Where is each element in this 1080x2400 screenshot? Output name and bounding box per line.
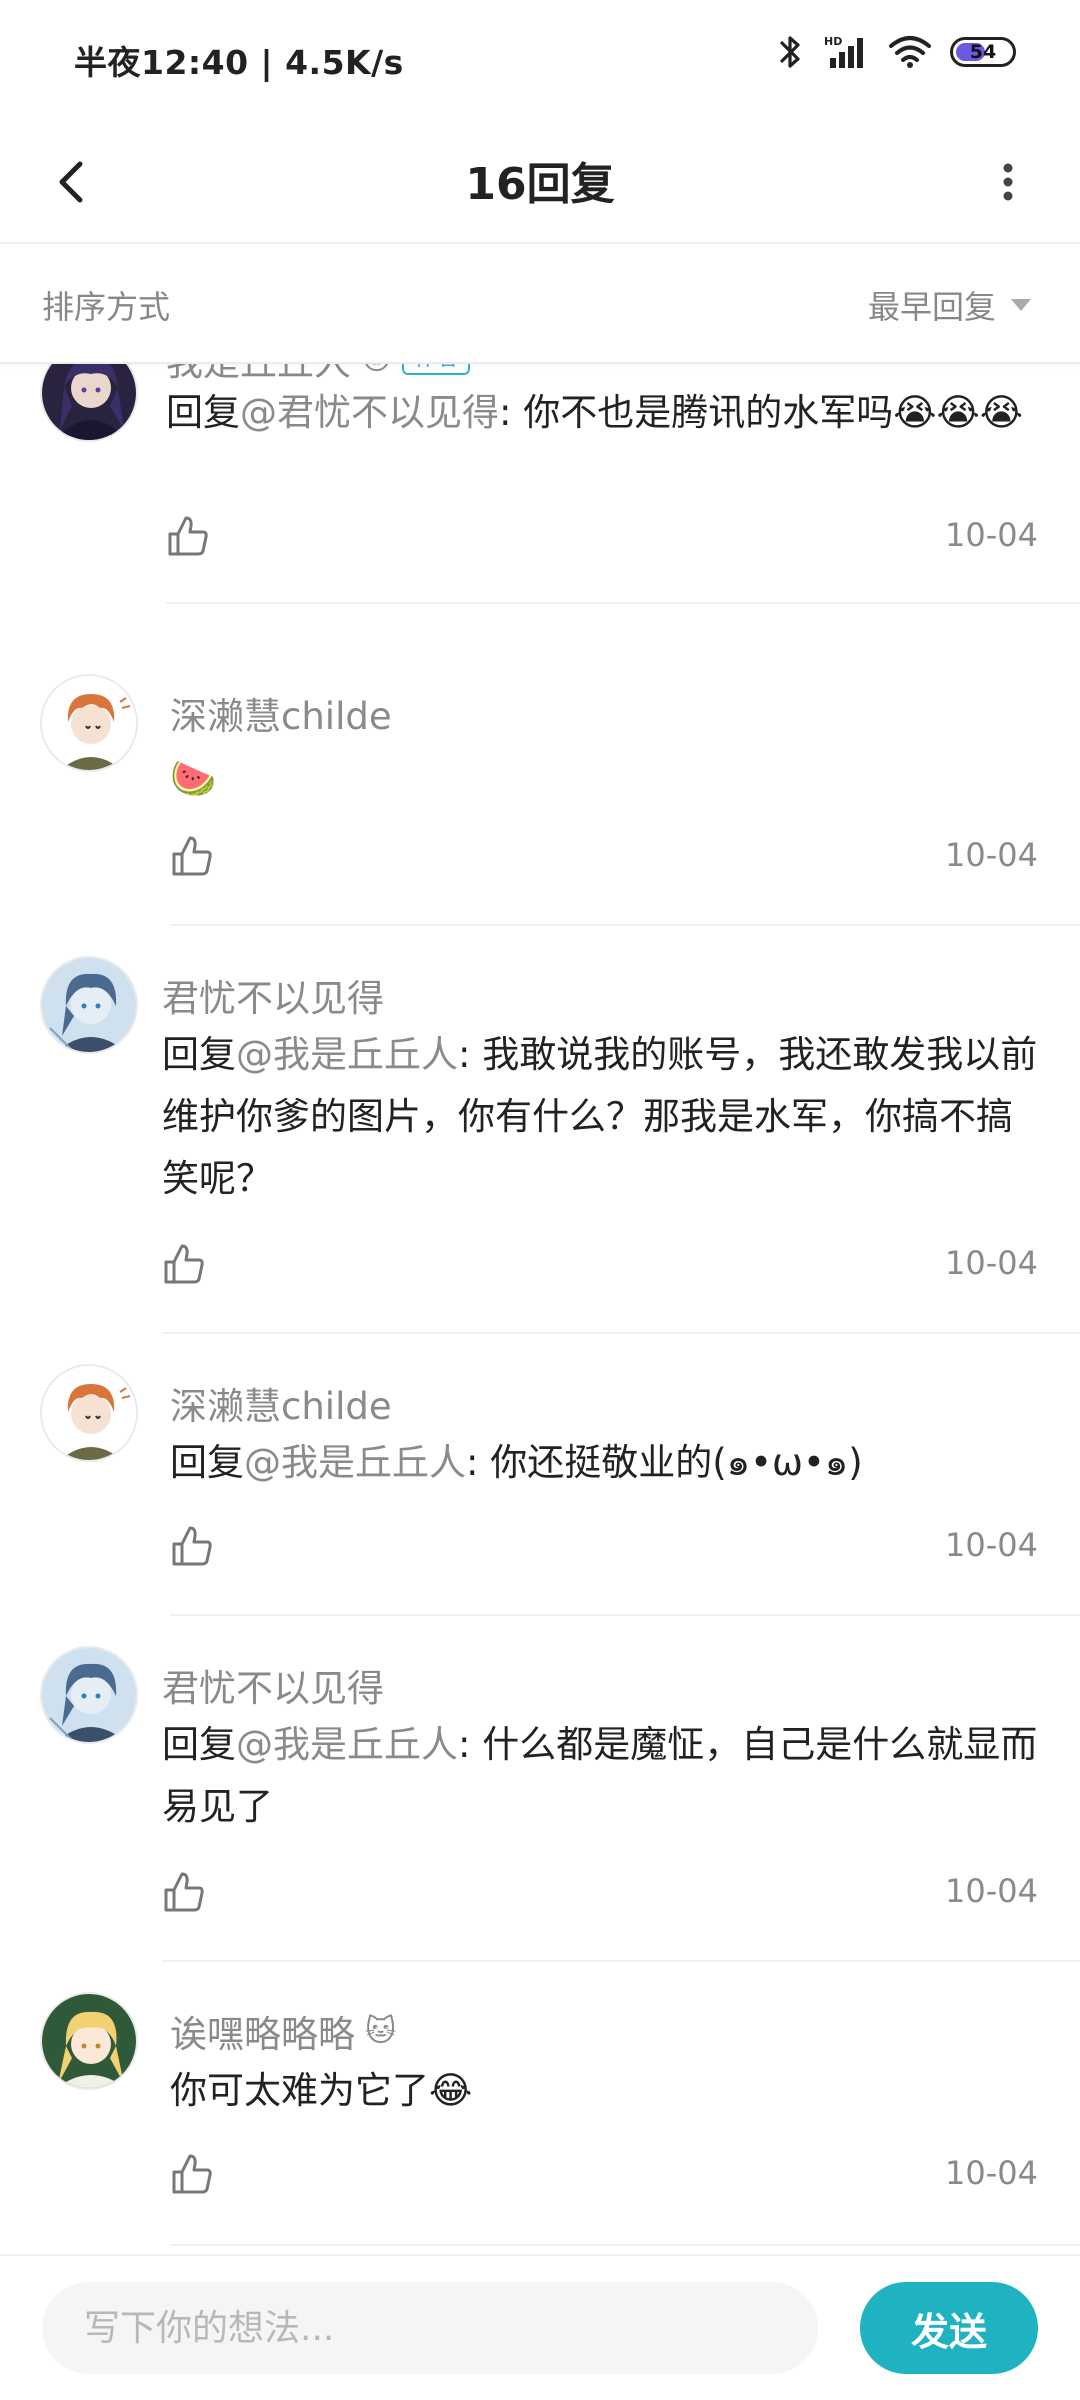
like-button[interactable]: [170, 834, 214, 878]
username[interactable]: 君忧不以见得: [162, 1658, 384, 1712]
username-row: 君忧不以见得: [162, 1658, 384, 1712]
user-level-icon: 🐱: [361, 364, 392, 377]
reply-prefix: 回复: [166, 391, 240, 434]
reply-body: 你可太难为它了: [170, 2069, 429, 2112]
page-title: 16回复: [465, 159, 615, 210]
dropdown-caret-icon: [1011, 299, 1031, 311]
reply-date: 10-04: [945, 2154, 1038, 2192]
mention-link[interactable]: @我是丘丘人: [236, 1033, 458, 1076]
battery-icon: 54: [950, 37, 1016, 67]
reply-item: 我是丘丘人 🐱 作者 回复@君忧不以见得: 你不也是腾讯的水军吗😭😭😭 10-0…: [0, 364, 1080, 604]
reply-item: 深濑慧childe 回复@我是丘丘人: 你还挺敬业的(๑•ω•๑) 10-04: [0, 1334, 1080, 1616]
username[interactable]: 诶嘿略略略: [170, 2004, 355, 2058]
author-badge: 作者: [402, 364, 471, 375]
username-row: 君忧不以见得: [162, 968, 384, 1022]
reply-text: 回复@我是丘丘人: 什么都是魔怔，自己是什么就显而易见了: [162, 1714, 1042, 1838]
reply-body: 你还挺敬业的(๑•ω•๑): [490, 1441, 863, 1484]
username-row: 诶嘿略略略 🐱: [170, 2004, 396, 2058]
hd-signal-icon: HD: [824, 35, 863, 68]
reply-date: 10-04: [945, 1872, 1038, 1910]
reply-text: 🍉: [170, 748, 1050, 810]
thumbs-up-icon: [172, 836, 212, 876]
reply-separator: :: [458, 1033, 483, 1076]
reply-text: 回复@我是丘丘人: 我敢说我的账号，我还敢发我以前维护你爹的图片，你有什么？那我…: [162, 1024, 1042, 1210]
status-bar: 半夜12:40 | 4.5K/s HD 54: [0, 0, 1080, 120]
like-button[interactable]: [162, 1242, 206, 1286]
like-button[interactable]: [170, 2152, 214, 2196]
reply-text: 你可太难为它了😂: [170, 2060, 1050, 2122]
like-button[interactable]: [170, 1524, 214, 1568]
reply-item: 深濑慧childe 🍉 10-04: [0, 644, 1080, 926]
sort-selected-value: 最早回复: [867, 288, 996, 326]
laughing-emoji-icon: 😂: [429, 2069, 473, 2112]
sort-label: 排序方式: [42, 288, 171, 326]
wifi-icon: [889, 36, 931, 68]
reply-item: 君忧不以见得 回复@我是丘丘人: 我敢说我的账号，我还敢发我以前维护你爹的图片，…: [0, 926, 1080, 1334]
like-button[interactable]: [162, 1870, 206, 1914]
reply-prefix: 回复: [162, 1033, 236, 1076]
like-button[interactable]: [166, 514, 210, 558]
sort-dropdown[interactable]: 最早回复: [868, 282, 1032, 328]
reply-date: 10-04: [945, 1526, 1038, 1564]
avatar[interactable]: [40, 1646, 138, 1744]
reply-separator: :: [499, 391, 524, 434]
thumbs-up-icon: [168, 516, 208, 556]
reply-separator: :: [458, 1723, 483, 1766]
send-button[interactable]: 发送: [860, 2282, 1038, 2374]
reply-item: 诶嘿略略略 🐱 你可太难为它了😂 10-04: [0, 1962, 1080, 2246]
crying-emoji-icon: 😭😭😭: [893, 391, 1023, 434]
reply-text: 回复@我是丘丘人: 你还挺敬业的(๑•ω•๑): [170, 1432, 1050, 1494]
reply-input-bar: 发送: [0, 2254, 1080, 2400]
bluetooth-icon: [780, 36, 800, 68]
reply-date: 10-04: [945, 1244, 1038, 1282]
more-options-button[interactable]: [972, 146, 1044, 218]
reply-body: 你不也是腾讯的水军吗: [523, 391, 894, 434]
avatar[interactable]: [40, 1364, 138, 1462]
thumbs-up-icon: [164, 1244, 204, 1284]
reply-item: 君忧不以见得 回复@我是丘丘人: 什么都是魔怔，自己是什么就显而易见了 10-0…: [0, 1616, 1080, 1962]
reply-date: 10-04: [945, 516, 1038, 554]
mention-link[interactable]: @我是丘丘人: [236, 1723, 458, 1766]
avatar[interactable]: [40, 1992, 138, 2090]
mention-link[interactable]: @君忧不以见得: [240, 391, 499, 434]
watermelon-emoji-icon: 🍉: [170, 757, 217, 800]
thumbs-up-icon: [172, 2154, 212, 2194]
avatar[interactable]: [40, 674, 138, 772]
username[interactable]: 君忧不以见得: [162, 968, 384, 1022]
mention-link[interactable]: @我是丘丘人: [244, 1441, 466, 1484]
reply-prefix: 回复: [170, 1441, 244, 1484]
sort-bar: 排序方式 最早回复: [0, 246, 1080, 364]
username[interactable]: 深濑慧childe: [170, 1376, 392, 1430]
status-icons: HD 54: [776, 34, 1016, 70]
reply-separator: :: [466, 1441, 491, 1484]
reply-text: 回复@君忧不以见得: 你不也是腾讯的水军吗😭😭😭: [166, 382, 1046, 444]
avatar[interactable]: [40, 956, 138, 1054]
title-bar: 16回复: [0, 120, 1080, 244]
avatar[interactable]: [40, 364, 138, 442]
reply-prefix: 回复: [162, 1723, 236, 1766]
user-level-icon: 🐱: [365, 2013, 397, 2049]
battery-percent: 54: [969, 41, 997, 63]
divider: [170, 2244, 1080, 2246]
username-row: 深濑慧childe: [170, 1376, 392, 1430]
svg-text:HD: HD: [824, 35, 842, 48]
thumbs-up-icon: [164, 1872, 204, 1912]
divider: [166, 602, 1080, 604]
reply-input[interactable]: [42, 2282, 818, 2374]
status-time-speed: 半夜12:40 | 4.5K/s: [74, 43, 404, 82]
reply-date: 10-04: [945, 836, 1038, 874]
thumbs-up-icon: [172, 1526, 212, 1566]
username[interactable]: 深濑慧childe: [170, 686, 392, 740]
more-vertical-icon: [1003, 163, 1013, 201]
username-row: 深濑慧childe: [170, 686, 392, 740]
reply-list[interactable]: 我是丘丘人 🐱 作者 回复@君忧不以见得: 你不也是腾讯的水军吗😭😭😭 10-0…: [0, 364, 1080, 2254]
